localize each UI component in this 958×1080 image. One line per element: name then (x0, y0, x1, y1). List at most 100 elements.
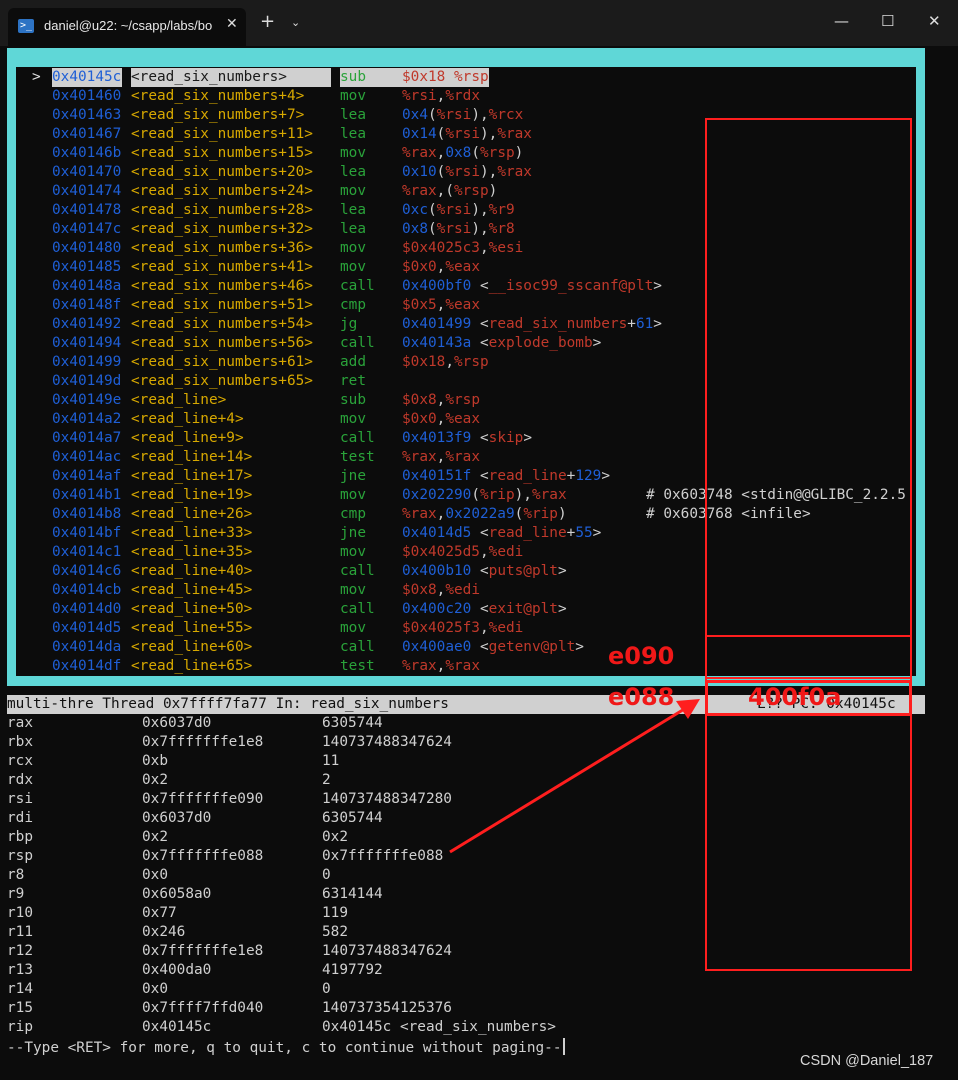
asm-symbol: <read_line+50> (131, 601, 253, 617)
register-name: r10 (7, 905, 33, 921)
asm-operands: $0x18,%rsp (402, 68, 489, 87)
asm-operands: $0x18,%rsp (402, 354, 489, 370)
register-name: r15 (7, 1000, 33, 1016)
chevron-down-icon[interactable]: ⌄ (291, 16, 300, 29)
register-hex: 0x6037d0 (142, 810, 212, 826)
asm-operands: 0x202290(%rip),%rax (402, 487, 567, 503)
asm-opcode: call (340, 430, 375, 446)
asm-symbol: <read_six_numbers+46> (131, 278, 313, 294)
pager-text: --Type <RET> for more, q to quit, c to c… (7, 1040, 562, 1056)
asm-opcode: call (340, 278, 375, 294)
terminal-tab[interactable]: >_ daniel@u22: ~/csapp/labs/bo ✕ (8, 8, 246, 46)
asm-opcode: ret (340, 373, 366, 389)
asm-opcode: call (340, 335, 375, 351)
register-hex: 0x7fffffffe088 (142, 848, 264, 864)
asm-symbol: <read_six_numbers> (131, 68, 331, 87)
asm-operands: 0x40143a <explode_bomb> (402, 335, 602, 351)
minimize-button[interactable]: — (834, 12, 849, 30)
asm-opcode: lea (340, 164, 366, 180)
asm-address: 0x4014b1 (52, 487, 122, 503)
asm-line: 0x401460 <read_six_numbers+4> mov %rsi,%rdx (16, 87, 916, 106)
asm-symbol: <read_line+35> (131, 544, 253, 560)
asm-opcode: jg (340, 316, 358, 332)
pager-prompt[interactable]: --Type <RET> for more, q to quit, c to c… (7, 1038, 565, 1058)
asm-operands: %rax,0x2022a9(%rip) (402, 506, 567, 522)
asm-operands: 0x400bf0 <__isoc99_sscanf@plt> (402, 278, 662, 294)
asm-opcode: cmp (340, 297, 366, 313)
asm-opcode: lea (340, 221, 366, 237)
close-window-button[interactable]: ✕ (928, 12, 941, 30)
register-value: 6305744 (322, 715, 383, 731)
asm-operands: 0x400b10 <puts@plt> (402, 563, 567, 579)
register-hex: 0x7fffffffe1e8 (142, 734, 264, 750)
asm-opcode: mov (340, 620, 366, 636)
register-name: r14 (7, 981, 33, 997)
register-name: r12 (7, 943, 33, 959)
register-value: 6305744 (322, 810, 383, 826)
title-bar: >_ daniel@u22: ~/csapp/labs/bo ✕ + ⌄ — ☐… (0, 0, 958, 46)
asm-symbol: <read_six_numbers+7> (131, 107, 305, 123)
close-icon[interactable]: ✕ (226, 16, 238, 32)
asm-operands: 0x10(%rsi),%rax (402, 164, 532, 180)
current-line-marker: > (32, 69, 41, 85)
asm-symbol: <read_line> (131, 392, 227, 408)
asm-address: 0x4014da (52, 639, 122, 655)
register-hex: 0x7ffff7ffd040 (142, 1000, 264, 1016)
asm-operands: 0x4013f9 <skip> (402, 430, 532, 446)
asm-opcode: lea (340, 126, 366, 142)
register-name: rsi (7, 791, 33, 807)
asm-operands: 0x8(%rsi),%r8 (402, 221, 515, 237)
register-hex: 0x6058a0 (142, 886, 212, 902)
asm-symbol: <read_six_numbers+36> (131, 240, 313, 256)
register-hex: 0x6037d0 (142, 715, 212, 731)
asm-address: 0x401499 (52, 354, 122, 370)
asm-address: 0x4014af (52, 468, 122, 484)
asm-address: 0x40149e (52, 392, 122, 408)
asm-address: 0x401474 (52, 183, 122, 199)
asm-operands: $0x8,%edi (402, 582, 480, 598)
asm-symbol: <read_six_numbers+15> (131, 145, 313, 161)
asm-opcode: lea (340, 107, 366, 123)
asm-address: 0x40148f (52, 297, 122, 313)
register-hex: 0x0 (142, 981, 168, 997)
maximize-button[interactable]: ☐ (881, 12, 894, 30)
asm-address: 0x40147c (52, 221, 122, 237)
asm-operands: 0x4014d5 <read_line+55> (402, 525, 602, 541)
register-hex: 0x2 (142, 772, 168, 788)
asm-operands: $0x4025d5,%edi (402, 544, 524, 560)
asm-operands: 0x400c20 <exit@plt> (402, 601, 567, 617)
asm-operands: $0x8,%rsp (402, 392, 480, 408)
register-value: 0 (322, 981, 331, 997)
new-tab-button[interactable]: + (260, 13, 275, 31)
asm-symbol: <read_line+14> (131, 449, 253, 465)
register-hex: 0x7fffffffe090 (142, 791, 264, 807)
asm-symbol: <read_six_numbers+32> (131, 221, 313, 237)
asm-operands: %rax,%rax (402, 658, 480, 674)
asm-address: 0x40146b (52, 145, 122, 161)
register-value: 140737488347624 (322, 943, 452, 959)
register-hex: 0x40145c (142, 1019, 212, 1035)
asm-address: 0x4014d0 (52, 601, 122, 617)
text-cursor (562, 1038, 565, 1055)
stack-slot-e090 (705, 635, 912, 679)
register-name: rbx (7, 734, 33, 750)
asm-opcode: mov (340, 582, 366, 598)
register-hex: 0x0 (142, 867, 168, 883)
register-hex: 0x400da0 (142, 962, 212, 978)
stack-diagram-box (705, 118, 912, 971)
asm-address: 0x401478 (52, 202, 122, 218)
asm-operands: $0x4025f3,%edi (402, 620, 524, 636)
asm-symbol: <read_line+9> (131, 430, 244, 446)
asm-line: >0x40145c <read_six_numbers> sub $0x18,%rsp (16, 68, 916, 87)
asm-symbol: <read_six_numbers+65> (131, 373, 313, 389)
asm-symbol: <read_line+19> (131, 487, 253, 503)
register-value: 4197792 (322, 962, 383, 978)
register-value: 140737354125376 (322, 1000, 452, 1016)
register-value: 0x2 (322, 829, 348, 845)
asm-address: 0x4014a7 (52, 430, 122, 446)
register-row: rip 0x40145c 0x40145c <read_six_numbers> (0, 1018, 900, 1037)
register-hex: 0x2 (142, 829, 168, 845)
asm-address: 0x4014ac (52, 449, 122, 465)
asm-symbol: <read_six_numbers+61> (131, 354, 313, 370)
asm-symbol: <read_line+17> (131, 468, 253, 484)
